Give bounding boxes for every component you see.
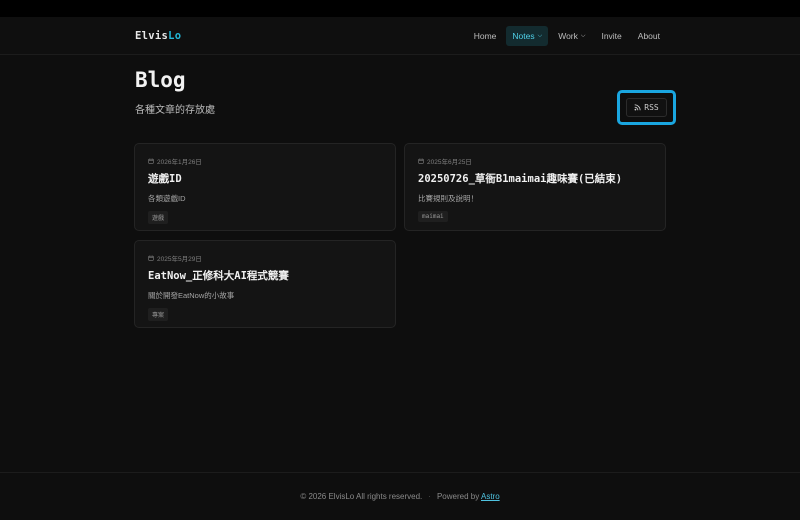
site-header: ElvisLo Home Notes ⌵ Work ⌵ Invite About — [0, 17, 800, 55]
post-date: 2025年6月25日 — [418, 156, 652, 166]
post-tag[interactable]: 專案 — [148, 308, 169, 321]
post-card[interactable]: 2026年1月26日 遊戲ID 各類遊戲ID 遊戲 — [134, 143, 396, 231]
post-card[interactable]: 2025年5月29日 EatNow_正修科大AI程式競賽 關於開發EatNow的… — [134, 240, 396, 328]
post-description: 關於開發EatNow的小故事 — [148, 291, 235, 300]
post-title[interactable]: EatNow_正修科大AI程式競賽 — [148, 268, 382, 283]
chevron-down-icon: ⌵ — [580, 33, 586, 39]
browser-top-strip — [0, 0, 800, 17]
post-date-text: 2026年1月26日 — [157, 158, 202, 166]
nav-invite[interactable]: Invite — [595, 26, 627, 46]
site-logo[interactable]: ElvisLo — [135, 30, 181, 42]
nav-home-label: Home — [473, 31, 497, 41]
post-title[interactable]: 20250726_草衙B1maimai趣味賽(已結束) — [418, 171, 652, 186]
page-subtitle: 各種文章的存放處 — [135, 105, 215, 116]
main-nav: Home Notes ⌵ Work ⌵ Invite About — [468, 26, 666, 46]
post-title[interactable]: 遊戲ID — [148, 171, 382, 186]
footer-divider — [0, 472, 800, 473]
post-date-text: 2025年5月29日 — [157, 255, 202, 263]
footer-powered-prefix: Powered by — [436, 492, 480, 501]
post-date-text: 2025年6月25日 — [427, 158, 472, 166]
nav-home[interactable]: Home — [468, 26, 503, 46]
nav-notes[interactable]: Notes ⌵ — [506, 26, 549, 46]
post-tag[interactable]: 遊戲 — [148, 211, 169, 224]
nav-about[interactable]: About — [632, 26, 666, 46]
footer-separator: · — [428, 492, 431, 501]
nav-notes-label: Notes — [512, 31, 535, 41]
nav-work[interactable]: Work ⌵ — [552, 26, 591, 46]
nav-work-label: Work — [558, 31, 578, 41]
nav-about-label: About — [637, 31, 660, 41]
post-description: 各類遊戲ID — [148, 194, 186, 203]
rss-highlight: RSS — [617, 90, 676, 125]
logo-text-main: Elvis — [135, 30, 169, 42]
footer-astro-link[interactable]: Astro — [481, 492, 500, 501]
site-footer: © 2026 ElvisLo All rights reserved. · Powe… — [0, 492, 800, 501]
nav-invite-label: Invite — [601, 31, 622, 41]
rss-button[interactable]: RSS — [626, 98, 667, 117]
rss-label: RSS — [644, 103, 659, 112]
rss-icon — [634, 104, 641, 111]
chevron-down-icon: ⌵ — [537, 33, 543, 39]
footer-copyright: © 2026 ElvisLo All rights reserved. — [300, 492, 423, 501]
post-description: 比賽規則及說明！ — [418, 194, 478, 203]
calendar-icon — [148, 158, 154, 164]
post-date: 2025年5月29日 — [148, 253, 382, 263]
post-tag[interactable]: maimai — [418, 211, 448, 222]
calendar-icon — [418, 158, 424, 164]
post-date: 2026年1月26日 — [148, 156, 382, 166]
logo-text-accent: Lo — [168, 30, 182, 42]
page-title: Blog — [135, 68, 186, 92]
post-card[interactable]: 2025年6月25日 20250726_草衙B1maimai趣味賽(已結束) 比… — [404, 143, 666, 231]
calendar-icon — [148, 255, 154, 261]
